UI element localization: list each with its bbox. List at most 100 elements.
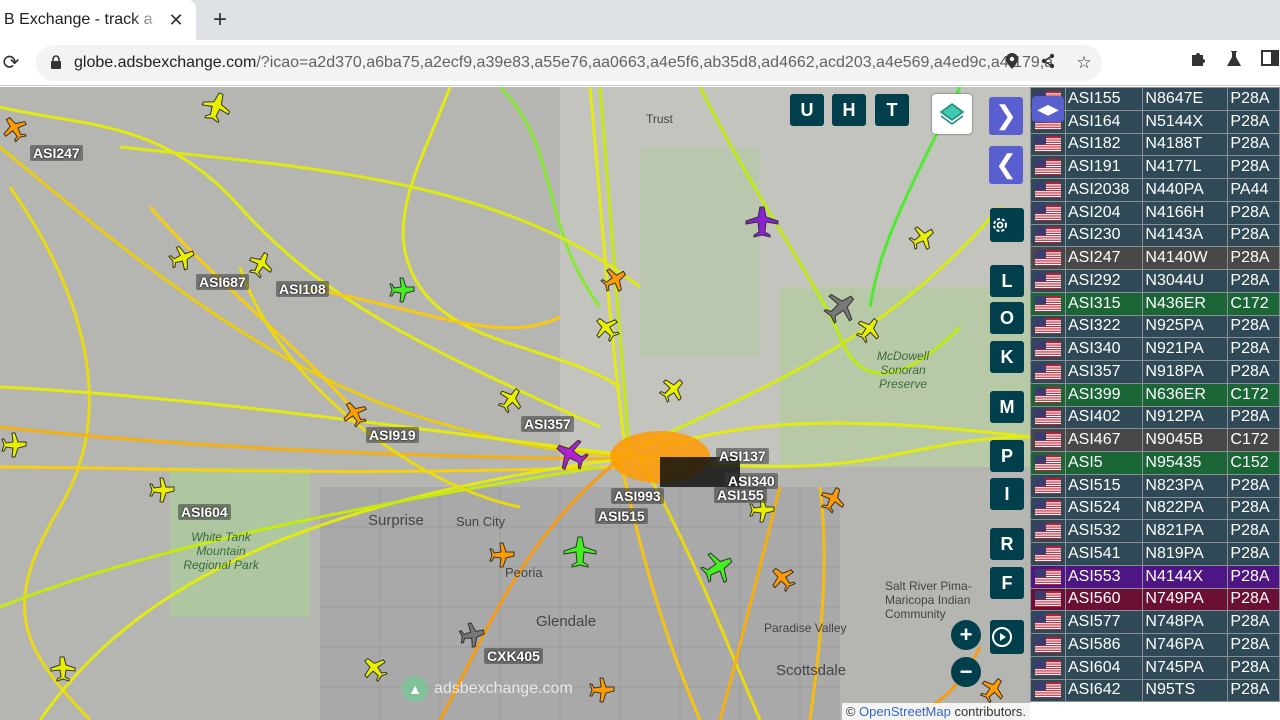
aircraft-label-asi993[interactable]: ASI993 — [611, 488, 664, 504]
layers-icon — [939, 103, 965, 125]
button-o[interactable]: O — [990, 302, 1024, 334]
lock-icon[interactable] — [50, 55, 64, 71]
type-cell: P28A — [1227, 223, 1280, 248]
reload-icon[interactable]: ⟳ — [0, 50, 22, 76]
aircraft-row[interactable]: ASI577 N748PA P28A — [1030, 610, 1280, 634]
adsbx-logo-icon: ▲ — [402, 676, 428, 702]
next-button[interactable]: ❯ — [989, 97, 1023, 135]
tab-adsbexchange[interactable]: B Exchange - track a ✕ — [0, 0, 196, 40]
aircraft-label-asi137[interactable]: ASI137 — [716, 448, 769, 464]
address-bar[interactable]: globe.adsbexchange.com/?icao=a2d370,a6ba… — [36, 45, 1102, 81]
sidepanel-icon[interactable] — [1252, 50, 1280, 73]
close-tab-icon[interactable]: ✕ — [166, 10, 186, 30]
button-m[interactable]: M — [990, 391, 1024, 423]
aircraft-row[interactable]: ASI2038 N440PA PA44 — [1030, 178, 1280, 202]
aircraft-label-cxk405[interactable]: CXK405 — [484, 648, 543, 664]
url-text[interactable]: globe.adsbexchange.com/?icao=a2d370,a6ba… — [74, 54, 1054, 72]
aircraft-label-asi687[interactable]: ASI687 — [196, 274, 249, 290]
callsign-cell: ASI2038 — [1064, 178, 1144, 202]
tab-title: B Exchange - track a — [4, 11, 153, 28]
us-flag-icon — [1030, 337, 1066, 361]
aircraft-row[interactable]: ASI182 N4188T P28A — [1030, 132, 1280, 157]
aircraft-label-asi919[interactable]: ASI919 — [366, 427, 419, 443]
aircraft-row[interactable]: ASI322 N925PA P28A — [1030, 314, 1280, 339]
registration-cell: N4188T — [1142, 132, 1229, 157]
registration-cell: N8647E — [1142, 87, 1229, 111]
type-cell: P28A — [1227, 496, 1280, 521]
aircraft-row[interactable]: ASI191 N4177L P28A — [1030, 155, 1280, 179]
share-icon[interactable] — [1030, 53, 1066, 74]
button-p[interactable]: P — [990, 440, 1024, 472]
prev-button[interactable]: ❮ — [989, 146, 1023, 184]
us-flag-icon — [1030, 655, 1066, 680]
aircraft-row[interactable]: ASI515 N823PA P28A — [1030, 473, 1280, 498]
callsign-cell: ASI524 — [1064, 496, 1144, 521]
new-tab-button[interactable]: + — [206, 6, 234, 34]
zoom-in-button[interactable]: + — [951, 620, 981, 650]
aircraft-row[interactable]: ASI247 N4140W P28A — [1030, 246, 1280, 270]
replay-button[interactable] — [990, 620, 1024, 654]
aircraft-row[interactable]: ASI553 N4144X P28A — [1030, 564, 1280, 589]
aircraft-row[interactable]: ASI399 N636ER C172 — [1030, 382, 1280, 407]
aircraft-row[interactable]: ASI586 N746PA P28A — [1030, 633, 1280, 657]
aircraft-row[interactable]: ASI292 N3044U P28A — [1030, 269, 1280, 293]
button-l[interactable]: L — [990, 265, 1024, 297]
button-t[interactable]: T — [875, 94, 909, 126]
button-i[interactable]: I — [990, 478, 1024, 510]
us-flag-icon — [1030, 496, 1066, 521]
settings-button[interactable] — [990, 208, 1024, 242]
button-h[interactable]: H — [832, 94, 866, 126]
city-salt-river: Salt River Pima-Maricopa Indian Communit… — [885, 579, 972, 621]
aircraft-row[interactable]: ASI155 N8647E P28A — [1030, 87, 1280, 111]
aircraft-row[interactable]: ASI541 N819PA P28A — [1030, 542, 1280, 566]
aircraft-label-asi108[interactable]: ASI108 — [276, 281, 329, 297]
aircraft-row[interactable]: ASI532 N821PA P28A — [1030, 519, 1280, 543]
button-r[interactable]: R — [990, 528, 1024, 560]
aircraft-row[interactable]: ASI230 N4143A P28A — [1030, 223, 1280, 248]
button-f[interactable]: F — [990, 567, 1024, 599]
star-icon[interactable]: ☆ — [1066, 53, 1102, 73]
type-cell: P28A — [1227, 109, 1280, 134]
aircraft-row[interactable]: ASI402 N912PA P28A — [1030, 405, 1280, 430]
location-icon[interactable] — [994, 52, 1030, 75]
aircraft-row[interactable]: ASI524 N822PA P28A — [1030, 496, 1280, 521]
aircraft-label-asi155[interactable]: ASI155 — [714, 487, 767, 503]
flask-icon[interactable] — [1216, 50, 1252, 73]
button-u[interactable]: U — [790, 94, 824, 126]
panel-toggle-button[interactable]: ◀▶ — [1032, 96, 1064, 122]
aircraft-row[interactable]: ASI467 N9045B C172 — [1030, 428, 1280, 452]
button-k[interactable]: K — [990, 341, 1024, 373]
registration-cell: N440PA — [1142, 178, 1229, 202]
aircraft-row[interactable]: ASI5 N95435 C152 — [1030, 451, 1280, 475]
registration-cell: N95435 — [1142, 451, 1229, 475]
aircraft-row[interactable]: ASI357 N918PA P28A — [1030, 360, 1280, 384]
callsign-cell: ASI515 — [1064, 473, 1144, 498]
aircraft-row[interactable]: ASI164 N5144X P28A — [1030, 109, 1280, 134]
layers-button[interactable] — [932, 94, 972, 134]
callsign-cell: ASI292 — [1064, 269, 1144, 293]
aircraft-label-asi247[interactable]: ASI247 — [30, 145, 83, 161]
callsign-cell: ASI164 — [1064, 109, 1144, 134]
aircraft-row[interactable]: ASI340 N921PA P28A — [1030, 337, 1280, 361]
attribution-osm-link[interactable]: OpenStreetMap — [859, 704, 951, 719]
type-cell: P28A — [1227, 337, 1280, 361]
type-cell: P28A — [1227, 314, 1280, 339]
map-canvas[interactable] — [0, 87, 1030, 720]
puzzle-icon[interactable] — [1180, 50, 1216, 73]
callsign-cell: ASI642 — [1064, 678, 1144, 703]
callsign-cell: ASI191 — [1064, 155, 1144, 179]
flight-map[interactable]: Surprise Sun City Glendale Peoria Scotts… — [0, 87, 1030, 720]
callsign-cell: ASI577 — [1064, 610, 1144, 634]
aircraft-row[interactable]: ASI204 N4166H P28A — [1030, 200, 1280, 225]
registration-cell: N4143A — [1142, 223, 1229, 248]
aircraft-row[interactable]: ASI560 N749PA P28A — [1030, 587, 1280, 612]
aircraft-row[interactable]: ASI315 N436ER C172 — [1030, 291, 1280, 316]
zoom-out-button[interactable]: − — [951, 657, 981, 687]
aircraft-label-asi604[interactable]: ASI604 — [178, 504, 231, 520]
aircraft-table-panel[interactable]: ASI155 N8647E P28A ASI164 N5144X P28A ASI182 N4… — [1030, 87, 1280, 720]
aircraft-row[interactable]: ASI642 N95TS P28A — [1030, 678, 1280, 703]
aircraft-label-asi357[interactable]: ASI357 — [521, 416, 574, 432]
type-cell: P28A — [1227, 200, 1280, 225]
aircraft-row[interactable]: ASI604 N745PA P28A — [1030, 655, 1280, 680]
aircraft-label-asi515[interactable]: ASI515 — [595, 508, 648, 524]
